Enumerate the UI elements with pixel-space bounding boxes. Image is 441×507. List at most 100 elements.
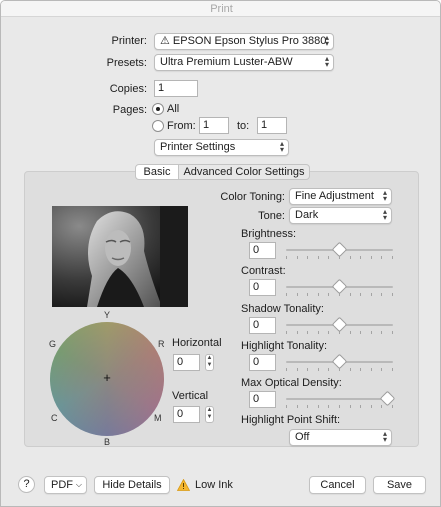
pages-to-label: to: bbox=[237, 120, 250, 132]
vertical-label: Vertical bbox=[172, 390, 209, 402]
slider-tick bbox=[307, 368, 308, 371]
slider-tick bbox=[286, 293, 287, 296]
slider-label: Contrast: bbox=[241, 265, 286, 277]
slider-tick bbox=[318, 331, 319, 334]
slider-tick bbox=[328, 256, 329, 259]
printer-label: Printer: bbox=[111, 35, 147, 47]
presets-label: Presets: bbox=[106, 57, 147, 69]
pages-all-radio[interactable] bbox=[152, 103, 164, 115]
chevron-updown-icon: ▴ ▾ bbox=[324, 33, 329, 48]
slider-tick bbox=[318, 368, 319, 371]
pages-from-radio[interactable] bbox=[152, 120, 164, 132]
wheel-label-g: G bbox=[49, 339, 57, 349]
slider-value-field[interactable]: 0 bbox=[249, 354, 276, 371]
slider-tick bbox=[297, 331, 298, 334]
slider-track[interactable] bbox=[286, 398, 393, 400]
slider-tick bbox=[371, 331, 372, 334]
horizontal-stepper[interactable]: ▲ ▼ bbox=[205, 354, 214, 371]
tab-advanced-color-settings[interactable]: Advanced Color Settings bbox=[178, 164, 310, 180]
wheel-label-m: M bbox=[154, 413, 162, 423]
slider-tick bbox=[381, 256, 382, 259]
slider-value-field[interactable]: 0 bbox=[249, 279, 276, 296]
slider-tick bbox=[328, 405, 329, 408]
slider-tick bbox=[392, 368, 393, 371]
slider-tick bbox=[307, 293, 308, 296]
vertical-stepper[interactable]: ▲ ▼ bbox=[205, 406, 214, 423]
slider-ticks bbox=[286, 405, 393, 408]
help-button[interactable]: ? bbox=[18, 476, 35, 493]
slider-label: Highlight Tonality: bbox=[241, 340, 328, 352]
tone-label: Tone: bbox=[258, 210, 285, 222]
pages-all-label: All bbox=[167, 103, 180, 115]
color-toning-value: Fine Adjustment bbox=[295, 190, 374, 202]
color-toning-popup[interactable]: Fine Adjustment ▴ ▾ bbox=[289, 188, 392, 205]
horizontal-field[interactable]: 0 bbox=[173, 354, 200, 371]
crosshair-icon[interactable]: + bbox=[101, 371, 113, 384]
slider-tick bbox=[297, 368, 298, 371]
chevron-updown-icon: ▴ ▾ bbox=[382, 207, 387, 222]
slider-value-field[interactable]: 0 bbox=[249, 242, 276, 259]
slider-label: Max Optical Density: bbox=[241, 377, 342, 389]
slider-tick bbox=[360, 331, 361, 334]
pages-from-label: From: bbox=[167, 120, 196, 132]
pdf-menu-button[interactable]: PDF ⌵ bbox=[44, 476, 87, 494]
chevron-updown-icon: ▴ ▾ bbox=[382, 188, 387, 203]
cancel-button[interactable]: Cancel bbox=[309, 476, 366, 494]
slider-tick bbox=[297, 293, 298, 296]
color-toning-label: Color Toning: bbox=[220, 191, 285, 203]
pages-label: Pages: bbox=[112, 104, 147, 116]
slider-tick bbox=[328, 293, 329, 296]
color-wheel[interactable]: + bbox=[50, 322, 164, 436]
printer-popup[interactable]: ⚠ EPSON Epson Stylus Pro 3880 ▴ ▾ bbox=[154, 33, 334, 50]
slider-tick bbox=[286, 368, 287, 371]
wheel-label-b: B bbox=[104, 437, 111, 447]
slider-tick bbox=[360, 368, 361, 371]
section-value: Printer Settings bbox=[160, 141, 236, 153]
tab-basic[interactable]: Basic bbox=[135, 164, 179, 180]
slider-tick bbox=[360, 256, 361, 259]
chevron-down-icon: ⌵ bbox=[75, 480, 82, 489]
slider-value-field[interactable]: 0 bbox=[249, 391, 276, 408]
slider-tick bbox=[371, 256, 372, 259]
slider-tick bbox=[350, 331, 351, 334]
chevron-updown-icon: ▴ ▾ bbox=[324, 54, 329, 69]
slider-tick bbox=[350, 405, 351, 408]
presets-value: Ultra Premium Luster-ABW bbox=[160, 56, 293, 68]
slider-tick bbox=[392, 293, 393, 296]
section-popup[interactable]: Printer Settings ▴ ▾ bbox=[154, 139, 289, 156]
slider-label: Shadow Tonality: bbox=[241, 303, 324, 315]
slider-tick bbox=[318, 293, 319, 296]
slider-tick bbox=[392, 405, 393, 408]
slider-tick bbox=[307, 405, 308, 408]
presets-popup[interactable]: Ultra Premium Luster-ABW ▴ ▾ bbox=[154, 54, 334, 71]
wheel-label-y: Y bbox=[104, 310, 111, 320]
save-button[interactable]: Save bbox=[373, 476, 426, 494]
slider-tick bbox=[392, 331, 393, 334]
slider-value-field[interactable]: 0 bbox=[249, 317, 276, 334]
vertical-field[interactable]: 0 bbox=[173, 406, 200, 423]
highlight-point-shift-popup[interactable]: Off ▴ ▾ bbox=[289, 429, 392, 446]
slider-tick bbox=[318, 405, 319, 408]
slider-tick bbox=[297, 405, 298, 408]
window-title: Print bbox=[1, 1, 440, 17]
slider-tick bbox=[350, 293, 351, 296]
pages-from-field[interactable]: 1 bbox=[199, 117, 229, 134]
slider-label: Brightness: bbox=[241, 228, 297, 240]
slider-tick bbox=[360, 405, 361, 408]
slider-tick bbox=[350, 368, 351, 371]
tone-value: Dark bbox=[295, 209, 319, 221]
slider-tick bbox=[318, 256, 319, 259]
slider-tick bbox=[286, 256, 287, 259]
slider-tick bbox=[328, 368, 329, 371]
slider-tick bbox=[307, 331, 308, 334]
copies-field[interactable]: 1 bbox=[154, 80, 198, 97]
pages-to-field[interactable]: 1 bbox=[257, 117, 287, 134]
slider-tick bbox=[392, 256, 393, 259]
printer-value: ⚠ EPSON Epson Stylus Pro 3880 bbox=[160, 35, 327, 47]
tone-popup[interactable]: Dark ▴ ▾ bbox=[289, 207, 392, 224]
pdf-label: PDF bbox=[51, 479, 73, 491]
hide-details-button[interactable]: Hide Details bbox=[94, 476, 170, 494]
copies-label: Copies: bbox=[109, 83, 147, 95]
slider-tick bbox=[381, 405, 382, 408]
slider-tick bbox=[371, 405, 372, 408]
